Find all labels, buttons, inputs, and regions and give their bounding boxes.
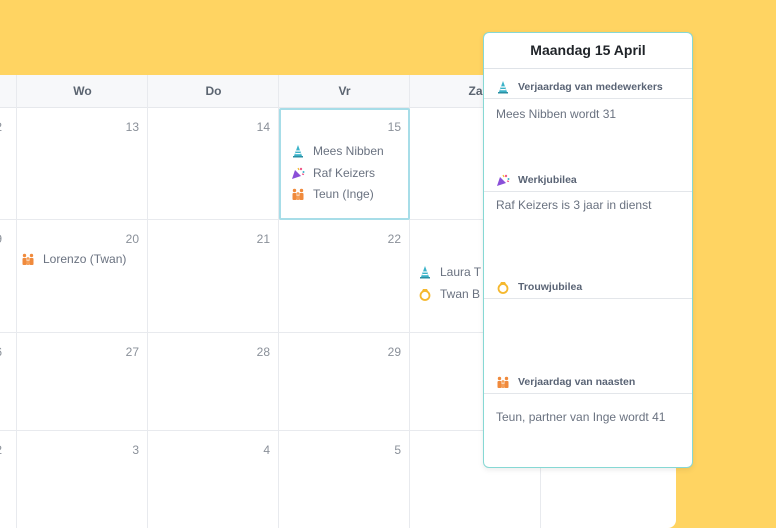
day-cell-cut[interactable]: 2 xyxy=(0,108,16,219)
section-heading-label: Verjaardag van naasten xyxy=(518,375,636,388)
day-number: 29 xyxy=(387,345,401,359)
day-number: 2 xyxy=(0,443,2,457)
popover-title: Maandag 15 April xyxy=(484,33,692,69)
day-number: 21 xyxy=(256,232,270,246)
section-text: Mees Nibben wordt 31 xyxy=(496,107,617,121)
day-cell-28[interactable]: 28 xyxy=(148,333,278,430)
party-popper-icon xyxy=(291,166,305,180)
day-cell-cut[interactable]: 9 xyxy=(0,220,16,332)
event-relative-birthday[interactable]: Lorenzo (Twan) xyxy=(21,250,126,268)
ring-icon xyxy=(418,287,432,301)
day-cell-29[interactable]: 29 xyxy=(279,333,409,430)
family-icon xyxy=(291,187,305,201)
day-cell-21[interactable]: 21 xyxy=(148,220,278,332)
day-cell-13[interactable]: 13 xyxy=(17,108,147,219)
day-cell-27[interactable]: 27 xyxy=(17,333,147,430)
day-cell-22[interactable]: 22 xyxy=(279,220,409,332)
weekday-do: Do xyxy=(205,84,222,98)
party-popper-icon xyxy=(496,173,510,187)
event-label: Twan B xyxy=(440,287,481,301)
weekday-vr: Vr xyxy=(338,84,351,98)
day-number: 9 xyxy=(0,232,2,246)
event-work-anniversary[interactable]: Raf Keizers xyxy=(291,164,375,182)
section-heading-label: Werkjubilea xyxy=(518,173,577,186)
day-cell-20[interactable]: 20 Lorenzo (Twan) xyxy=(17,220,147,332)
day-number: 14 xyxy=(256,120,270,134)
day-number: 4 xyxy=(263,443,270,457)
day-cell-cut[interactable]: 6 xyxy=(0,333,16,430)
event-birthday[interactable]: Laura T xyxy=(418,263,481,281)
event-wedding-anniversary[interactable]: Twan B xyxy=(418,285,480,303)
event-birthday[interactable]: Mees Nibben xyxy=(291,142,384,160)
day-number: 5 xyxy=(394,443,401,457)
day-cell-14[interactable]: 14 xyxy=(148,108,278,219)
event-label: Raf Keizers xyxy=(313,166,376,180)
ring-icon xyxy=(496,280,510,294)
family-icon xyxy=(496,375,510,389)
event-label: Laura T xyxy=(440,265,482,279)
birthday-cone-icon xyxy=(291,144,305,158)
section-heading-label: Verjaardag van medewerkers xyxy=(518,80,663,93)
section-text: Raf Keizers is 3 jaar in dienst xyxy=(496,198,652,212)
event-label: Mees Nibben xyxy=(313,144,384,158)
section-heading-work-anniversaries: Werkjubilea xyxy=(484,168,692,192)
section-heading-wedding-anniversaries: Trouwjubilea xyxy=(484,275,692,299)
weekday-wo: Wo xyxy=(73,84,92,98)
birthday-cone-icon xyxy=(496,80,510,94)
day-cell-5[interactable]: 5 xyxy=(279,431,409,528)
section-heading-employee-birthdays: Verjaardag van medewerkers xyxy=(484,75,692,99)
day-cell-15-today[interactable]: 15 Mees Nibben Raf Keizers Teun (Inge) xyxy=(279,108,410,220)
event-label: Lorenzo (Twan) xyxy=(43,252,127,266)
day-number: 28 xyxy=(256,345,270,359)
day-number: 3 xyxy=(132,443,139,457)
day-number: 27 xyxy=(125,345,139,359)
event-label: Teun (Inge) xyxy=(313,187,374,201)
section-heading-label: Trouwjubilea xyxy=(518,280,583,293)
day-number: 22 xyxy=(387,232,401,246)
day-number: 20 xyxy=(125,232,139,246)
day-number: 6 xyxy=(0,345,2,359)
family-icon xyxy=(21,252,35,266)
day-number: 15 xyxy=(387,120,401,134)
day-detail-popover: Maandag 15 April Verjaardag van medewerk… xyxy=(483,32,693,468)
day-number: 2 xyxy=(0,120,2,134)
day-cell-3[interactable]: 3 xyxy=(17,431,147,528)
day-number: 13 xyxy=(125,120,139,134)
section-heading-relatives-birthdays: Verjaardag van naasten xyxy=(484,370,692,394)
day-cell-cut[interactable]: 2 xyxy=(0,431,16,528)
day-cell-4[interactable]: 4 xyxy=(148,431,278,528)
section-text: Teun, partner van Inge wordt 41 xyxy=(496,410,666,424)
birthday-cone-icon xyxy=(418,265,432,279)
event-relative-birthday[interactable]: Teun (Inge) xyxy=(291,185,374,203)
